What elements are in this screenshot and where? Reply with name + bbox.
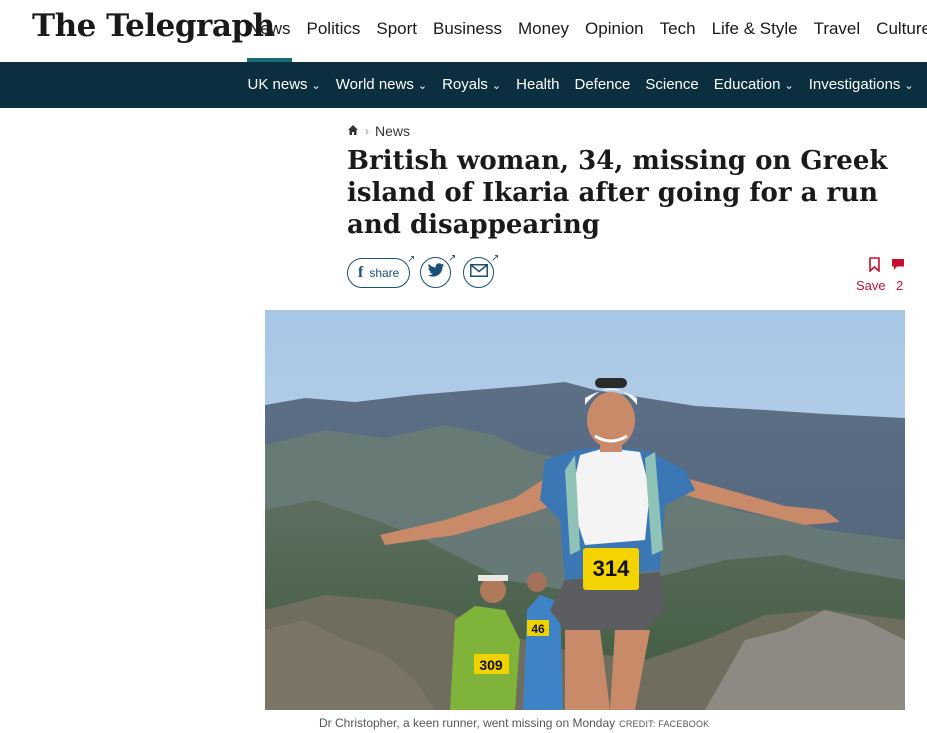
main-nav: News Politics Sport Business Money Opini… [240,0,927,62]
main-nav-item-politics[interactable]: Politics [299,0,369,62]
chevron-down-icon: ⌄ [311,80,321,92]
subnav-item-investigations[interactable]: Investigations ⌄ [801,62,921,108]
subnav-label: Health [516,76,560,93]
main-nav-item-life-style[interactable]: Life & Style [704,0,806,62]
comment-icon[interactable] [891,258,905,276]
breadcrumb-separator: › [365,124,369,138]
bookmark-icon[interactable] [869,257,880,277]
subnav-label: Royals [442,76,488,93]
runner3-bib-number: 46 [531,622,545,636]
twitter-icon [427,262,445,283]
email-icon [469,263,488,282]
subnav-item-world-news[interactable]: World news ⌄ [328,62,434,108]
subnav-label: World news [335,76,414,93]
main-nav-item-travel[interactable]: Travel [806,0,869,62]
main-nav-item-money[interactable]: Money [510,0,577,62]
chevron-down-icon: ⌄ [417,80,428,92]
subnav-label: Defence [574,76,631,93]
main-nav-item-news[interactable]: News [240,0,299,62]
subnav-item-science[interactable]: Science [638,62,706,108]
site-header: The Telegraph News Politics Sport Busine… [0,0,927,62]
save-and-comments: Save 2 [853,257,911,297]
subnav-label: Science [645,76,699,93]
subnav-item-uk-news[interactable]: UK news ⌄ [240,62,328,108]
external-arrow-icon: ↗ [406,253,416,265]
main-nav-item-tech[interactable]: Tech [652,0,704,62]
subnav-label: Investigations [808,76,901,93]
main-nav-item-opinion[interactable]: Opinion [577,0,652,62]
email-share-button[interactable]: ↗ [463,253,499,288]
save-button[interactable]: Save [856,278,886,293]
share-label: share [369,265,400,280]
image-credit: CREDIT: FACEBOOK [619,719,710,729]
breadcrumb: › News [347,123,410,139]
chevron-down-icon: ⌄ [784,80,794,92]
breadcrumb-section-link[interactable]: News [375,123,410,139]
main-nav-item-sport[interactable]: Sport [368,0,425,62]
external-arrow-icon: ↗ [490,253,500,264]
section-subnav: UK news ⌄ World news ⌄ Royals ⌄ Health Defe… [0,62,927,108]
article-headline: British woman, 34, missing on Greek isla… [347,146,888,240]
subnav-item-education[interactable]: Education ⌄ [706,62,801,108]
comment-count[interactable]: 2 [896,278,903,293]
external-arrow-icon: ↗ [447,253,457,264]
subnav-item-truncated[interactable]: G [921,62,927,108]
main-nav-item-culture[interactable]: Culture [868,0,927,62]
subnav-item-health[interactable]: Health [509,62,567,108]
facebook-share-button[interactable]: f share ↗ [347,254,415,288]
facebook-icon: f [358,263,364,281]
runner2-bib-number: 309 [479,657,503,673]
twitter-share-button[interactable]: ↗ [420,253,456,288]
caption-text: Dr Christopher, a keen runner, went miss… [319,716,616,730]
share-bar: f share ↗ ↗ ↗ [347,253,506,288]
chevron-down-icon: ⌄ [904,80,914,92]
image-caption: Dr Christopher, a keen runner, went miss… [319,716,709,730]
subnav-label: UK news [247,76,308,93]
chevron-down-icon: ⌄ [491,80,502,92]
main-nav-item-business[interactable]: Business [425,0,510,62]
main-runner-bib-number: 314 [593,556,630,581]
subnav-item-defence[interactable]: Defence [567,62,638,108]
article-lead-image: 309 46 314 [265,310,905,710]
subnav-item-royals[interactable]: Royals ⌄ [435,62,509,108]
home-icon[interactable] [347,123,359,139]
subnav-label: Education [713,76,781,93]
site-logo[interactable]: The Telegraph [32,8,275,44]
